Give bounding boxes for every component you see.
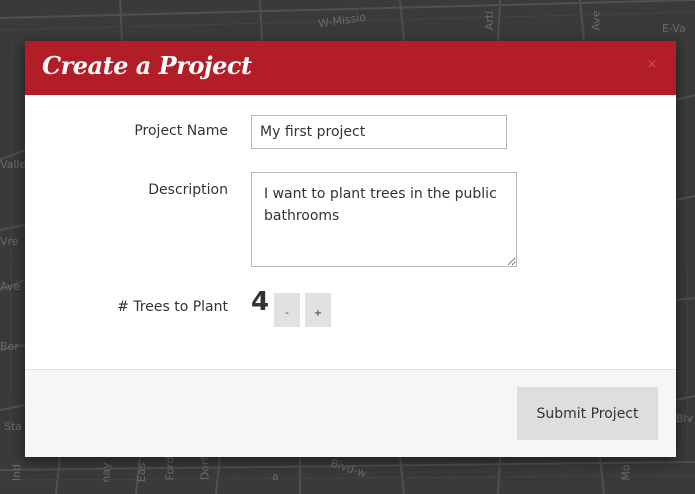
map-label: a [272,470,279,483]
map-label: Eas [135,462,149,483]
close-icon[interactable]: × [644,57,660,73]
map-label: Ave [0,280,21,293]
decrement-button[interactable]: - [274,293,300,327]
map-label: Arti [483,10,497,31]
map-label: Vre [0,235,19,248]
description-label: Description [148,182,228,198]
description-textarea[interactable]: I want to plant trees in the public bath… [251,172,517,267]
create-project-modal: Create a Project × Project Name Descript… [25,41,676,457]
increment-button[interactable]: + [305,293,331,327]
map-label: Blv [676,412,694,425]
map-label: Ave [589,10,603,31]
map-label: Valle [0,158,27,171]
map-label: Ind [10,463,24,482]
map-label: Dorf [198,456,212,481]
project-name-label: Project Name [134,123,228,139]
map-label: nay [99,462,113,483]
trees-count: 4 [251,287,270,317]
map-label: Ford [163,456,177,481]
modal-title: Create a Project [42,51,252,80]
map-label: Ber [0,340,19,353]
project-name-input[interactable] [251,115,507,149]
map-label: Sta [4,420,23,433]
map-label: Mo [619,464,633,481]
submit-project-button[interactable]: Submit Project [517,387,658,440]
modal-header: Create a Project × [25,41,676,95]
map-label: E-Va [662,22,686,35]
trees-to-plant-label: # Trees to Plant [117,299,228,315]
modal-footer: Submit Project [25,369,676,457]
